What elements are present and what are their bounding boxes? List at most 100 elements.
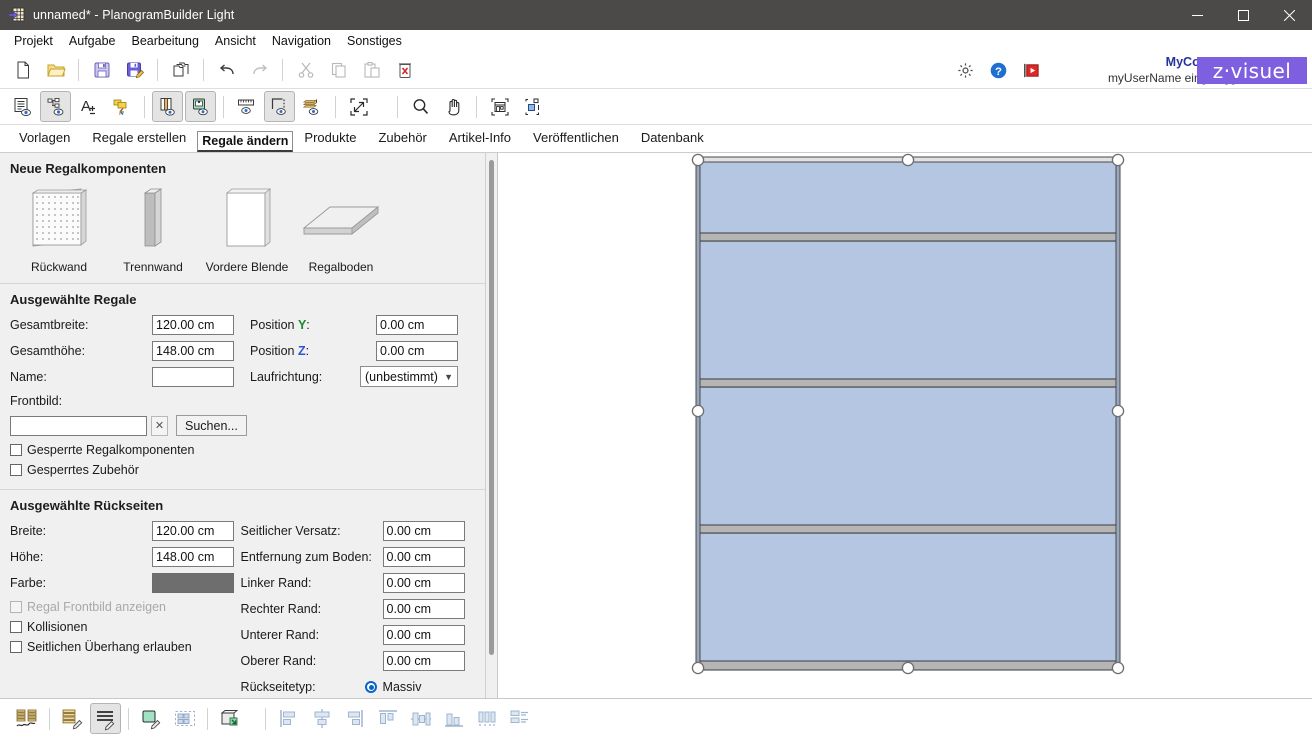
- align-right-button[interactable]: [339, 703, 370, 734]
- panel-scrollbar-thumb[interactable]: [489, 160, 494, 655]
- tab-artikel-info[interactable]: Artikel-Info: [438, 127, 522, 152]
- save-as-button[interactable]: [119, 55, 150, 86]
- checkbox-seitlichen-ueberhang-erlauben[interactable]: Seitlichen Überhang erlauben: [10, 637, 241, 657]
- frontbild-clear-icon[interactable]: ✕: [151, 415, 168, 436]
- component-label: Regalboden: [308, 260, 374, 274]
- tab-regale-aendern[interactable]: Regale ändern: [197, 131, 294, 152]
- show-structure-button[interactable]: [40, 91, 71, 122]
- checkbox-gesperrtes-zubehoer[interactable]: Gesperrtes Zubehör: [10, 460, 475, 480]
- select-shelves-path-button[interactable]: [11, 703, 42, 734]
- seitlicher-versatz-input[interactable]: [382, 520, 465, 541]
- close-button[interactable]: [1266, 0, 1312, 30]
- edit-shelf-unit-button[interactable]: [57, 703, 88, 734]
- laufrichtung-label: Laufrichtung:: [250, 369, 323, 384]
- align-middle-horizontal-button[interactable]: [405, 703, 436, 734]
- checkbox-regal-frontbild-anzeigen[interactable]: Regal Frontbild anzeigen: [10, 597, 241, 617]
- help-button[interactable]: ?: [983, 55, 1014, 86]
- frontbild-input[interactable]: [10, 415, 147, 436]
- tab-datenbank[interactable]: Datenbank: [630, 127, 715, 152]
- project-copy-button[interactable]: [165, 55, 196, 86]
- gesamtbreite-input[interactable]: [152, 314, 234, 335]
- new-file-button[interactable]: [7, 55, 38, 86]
- redo-button[interactable]: [244, 55, 275, 86]
- position-z-input[interactable]: [376, 340, 458, 361]
- show-shelf-eye-button[interactable]: [264, 91, 295, 122]
- show-list-button[interactable]: [7, 91, 38, 122]
- frontbild-browse-button[interactable]: Suchen...: [176, 415, 247, 436]
- edit-shelf-rows-button[interactable]: [90, 703, 121, 734]
- menu-item-bearbeitung[interactable]: Bearbeitung: [123, 31, 206, 51]
- view-toolbar: A: [0, 89, 1312, 125]
- checkbox-label: Regal Frontbild anzeigen: [27, 600, 166, 614]
- component-vordere-blende[interactable]: Vordere Blende: [200, 182, 294, 274]
- menu-item-projekt[interactable]: Projekt: [6, 31, 61, 51]
- tab-regale-erstellen[interactable]: Regale erstellen: [81, 127, 197, 152]
- seitlicher-versatz-row: Seitlicher Versatz:: [241, 519, 475, 542]
- show-doors-button[interactable]: [152, 91, 183, 122]
- oberer-rand-input[interactable]: [382, 650, 465, 671]
- video-tutorial-button[interactable]: [1016, 55, 1047, 86]
- fit-view-button[interactable]: [343, 91, 374, 122]
- radio-rueckseitetyp-massiv[interactable]: Massiv: [364, 680, 421, 694]
- settings-button[interactable]: [950, 55, 981, 86]
- show-colors-button[interactable]: [106, 91, 137, 122]
- tab-produkte[interactable]: Produkte: [293, 127, 367, 152]
- tab-veroeffentlichen[interactable]: Veröffentlichen: [522, 127, 630, 152]
- select-products-button[interactable]: [169, 703, 200, 734]
- show-ruler-button[interactable]: [231, 91, 262, 122]
- open-file-button[interactable]: [40, 55, 71, 86]
- pan-tool-button[interactable]: [438, 91, 469, 122]
- menu-item-aufgabe[interactable]: Aufgabe: [61, 31, 124, 51]
- tab-vorlagen[interactable]: Vorlagen: [8, 127, 81, 152]
- unterer-rand-input[interactable]: [382, 624, 465, 645]
- save-button[interactable]: [86, 55, 117, 86]
- hoehe-input[interactable]: [152, 546, 234, 567]
- cut-button[interactable]: [290, 55, 321, 86]
- rechter-rand-input[interactable]: [382, 598, 465, 619]
- toolbar-separator: [476, 95, 477, 118]
- edit-product-button[interactable]: [136, 703, 167, 734]
- linker-rand-input[interactable]: [382, 572, 465, 593]
- tab-zubehoer[interactable]: Zubehör: [367, 127, 437, 152]
- align-center-vertical-button[interactable]: [306, 703, 337, 734]
- minimize-button[interactable]: [1174, 0, 1220, 30]
- show-stack-button[interactable]: [297, 91, 328, 122]
- laufrichtung-select[interactable]: (unbestimmt) ▼: [360, 366, 458, 387]
- align-left-button[interactable]: [273, 703, 304, 734]
- menu-item-ansicht[interactable]: Ansicht: [207, 31, 264, 51]
- show-text-button[interactable]: A: [73, 91, 104, 122]
- zoom-to-scene-button[interactable]: [484, 91, 515, 122]
- entfernung-zum-boden-input[interactable]: [382, 546, 465, 567]
- 3d-viewport[interactable]: [498, 153, 1312, 698]
- name-input[interactable]: [152, 366, 234, 387]
- delete-button[interactable]: [389, 55, 420, 86]
- zvisuel-logo: z·visuel: [1197, 57, 1307, 84]
- copy-button[interactable]: [323, 55, 354, 86]
- shelf-unit: [695, 156, 1121, 671]
- zoom-to-selection-button[interactable]: [517, 91, 548, 122]
- gesamthoehe-input[interactable]: [152, 340, 234, 361]
- show-products-button[interactable]: [185, 91, 216, 122]
- component-rueckwand[interactable]: Rückwand: [12, 182, 106, 274]
- linker-rand-row: Linker Rand:: [241, 571, 475, 594]
- distribute-horizontal-button[interactable]: [471, 703, 502, 734]
- farbe-swatch[interactable]: [152, 572, 234, 593]
- undo-button[interactable]: [211, 55, 242, 86]
- distribute-list-button[interactable]: [504, 703, 535, 734]
- move-into-button[interactable]: [215, 703, 246, 734]
- checkbox-gesperrte-regalkomponenten[interactable]: Gesperrte Regalkomponenten: [10, 440, 475, 460]
- position-y-input[interactable]: [376, 314, 458, 335]
- zoom-tool-button[interactable]: [405, 91, 436, 122]
- component-trennwand[interactable]: Trennwand: [106, 182, 200, 274]
- component-regalboden[interactable]: Regalboden: [294, 182, 388, 274]
- align-bottom-button[interactable]: [438, 703, 469, 734]
- maximize-button[interactable]: [1220, 0, 1266, 30]
- menu-item-sonstiges[interactable]: Sonstiges: [339, 31, 410, 51]
- panel-scrollbar[interactable]: [486, 153, 497, 698]
- paste-button[interactable]: [356, 55, 387, 86]
- menu-item-navigation[interactable]: Navigation: [264, 31, 339, 51]
- checkbox-kollisionen[interactable]: Kollisionen: [10, 617, 241, 637]
- breite-input[interactable]: [152, 520, 234, 541]
- gesamtbreite-label: Gesamtbreite:: [10, 317, 89, 332]
- align-top-button[interactable]: [372, 703, 403, 734]
